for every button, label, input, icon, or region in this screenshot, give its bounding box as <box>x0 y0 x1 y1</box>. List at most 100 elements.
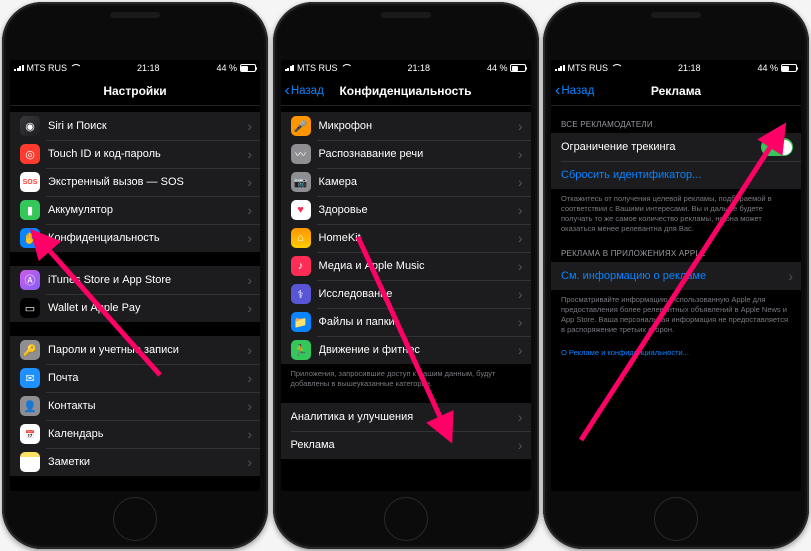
chevron-right-icon: › <box>247 398 260 414</box>
chevron-right-icon: › <box>247 146 260 162</box>
back-label: Назад <box>561 85 594 97</box>
wallet-icon: ▭ <box>20 298 40 318</box>
carrier-label: MTS RUS <box>568 63 609 73</box>
row-label: Файлы и папки <box>319 316 518 328</box>
wifi-icon <box>341 64 351 72</box>
signal-icon <box>285 65 295 72</box>
row-sos[interactable]: SOSЭкстренный вызов — SOS› <box>10 168 260 196</box>
row-ad-info[interactable]: См. информацию о рекламе› <box>551 262 801 290</box>
research-icon: ⚕ <box>291 284 311 304</box>
row-files[interactable]: 📁Файлы и папки› <box>281 308 531 336</box>
chevron-right-icon: › <box>247 202 260 218</box>
health-icon: ♥ <box>291 200 311 220</box>
row-motion[interactable]: 🏃Движение и фитнес› <box>281 336 531 364</box>
group-footer: Приложения, запросившие доступ к Вашим д… <box>281 364 531 389</box>
battery-pct: 44 % <box>757 63 778 73</box>
row-privacy[interactable]: ✋Конфиденциальность› <box>10 224 260 252</box>
appstore-icon: Ⓐ <box>20 270 40 290</box>
row-label: Wallet и Apple Pay <box>48 302 247 314</box>
row-label: Здоровье <box>319 204 518 216</box>
chevron-right-icon: › <box>247 454 260 470</box>
chevron-right-icon: › <box>247 342 260 358</box>
back-label: Назад <box>291 85 324 97</box>
chevron-right-icon: › <box>247 300 260 316</box>
about-link[interactable]: О Рекламе и конфиденциальности... <box>551 343 801 358</box>
row-wallet[interactable]: ▭ Wallet и Apple Pay› <box>10 294 260 322</box>
advertising-settings[interactable]: ВСЕ РЕКЛАМОДАТЕЛИ Ограничение трекинга С… <box>551 106 801 491</box>
row-label: Аккумулятор <box>48 204 247 216</box>
sos-icon: SOS <box>20 172 40 192</box>
page-title: Реклама <box>651 84 701 98</box>
row-camera[interactable]: 📷Камера› <box>281 168 531 196</box>
row-speech[interactable]: 〰Распознавание речи› <box>281 140 531 168</box>
row-label: Touch ID и код-пароль <box>48 148 247 160</box>
row-mic[interactable]: 🎤 Микрофон› <box>281 112 531 140</box>
motion-icon: 🏃 <box>291 340 311 360</box>
row-label: Медиа и Apple Music <box>319 260 518 272</box>
battery-icon <box>240 64 256 72</box>
chevron-right-icon: › <box>247 174 260 190</box>
chevron-right-icon: › <box>518 258 531 274</box>
page-title: Настройки <box>103 84 166 98</box>
mic-icon: 🎤 <box>291 116 311 136</box>
row-label: Микрофон <box>319 120 518 132</box>
speech-icon: 〰 <box>291 144 311 164</box>
row-itunes[interactable]: ⒶiTunes Store и App Store› <box>10 266 260 294</box>
page-title: Конфиденциальность <box>339 84 471 98</box>
row-siri[interactable]: ◉ Siri и Поиск› <box>10 112 260 140</box>
row-battery[interactable]: ▮ Аккумулятор› <box>10 196 260 224</box>
row-advertising[interactable]: Реклама› <box>281 431 531 459</box>
chevron-right-icon: › <box>788 268 801 284</box>
battery-pct: 44 % <box>487 63 508 73</box>
siri-icon: ◉ <box>20 116 40 136</box>
row-health[interactable]: ♥Здоровье› <box>281 196 531 224</box>
folder-icon: 📁 <box>291 312 311 332</box>
phone-3-advertising: MTS RUS 21:18 44 % ‹Назад Реклама ВСЕ РЕ… <box>543 2 809 549</box>
privacy-list[interactable]: 🎤Микрофон› 〰Распознавание речи› 📷Камера›… <box>281 106 531 491</box>
row-label: HomeKit <box>319 232 518 244</box>
row-calendar[interactable]: 📅Календарь› <box>10 420 260 448</box>
section-header: РЕКЛАМА В ПРИЛОЖЕНИЯХ APPLE <box>551 249 801 262</box>
row-mail[interactable]: ✉Почта› <box>10 364 260 392</box>
chevron-left-icon: ‹ <box>555 83 560 99</box>
chevron-right-icon: › <box>518 146 531 162</box>
battery-row-icon: ▮ <box>20 200 40 220</box>
tracking-switch[interactable] <box>761 138 793 156</box>
navbar: ‹Назад Реклама <box>551 76 801 106</box>
row-label: Заметки <box>48 456 247 468</box>
row-limit-tracking[interactable]: Ограничение трекинга <box>551 133 801 161</box>
row-analytics[interactable]: Аналитика и улучшения› <box>281 403 531 431</box>
row-contacts[interactable]: 👤Контакты› <box>10 392 260 420</box>
back-button[interactable]: ‹Назад <box>285 83 324 99</box>
row-media[interactable]: ♪Медиа и Apple Music› <box>281 252 531 280</box>
chevron-right-icon: › <box>518 118 531 134</box>
row-label: iTunes Store и App Store <box>48 274 247 286</box>
row-passwords[interactable]: 🔑 Пароли и учетные записи› <box>10 336 260 364</box>
status-time: 21:18 <box>407 63 430 73</box>
notes-icon <box>20 452 40 472</box>
row-label: Исследование <box>319 288 518 300</box>
mail-icon: ✉ <box>20 368 40 388</box>
row-label: Siri и Поиск <box>48 120 247 132</box>
chevron-right-icon: › <box>518 437 531 453</box>
battery-pct: 44 % <box>216 63 237 73</box>
navbar: ‹Назад Конфиденциальность <box>281 76 531 106</box>
chevron-right-icon: › <box>518 342 531 358</box>
row-research[interactable]: ⚕ Исследование› <box>281 280 531 308</box>
settings-list[interactable]: ◉Siri и Поиск› ◎Touch ID и код-пароль› S… <box>10 106 260 491</box>
status-bar: MTS RUS 21:18 44 % <box>551 60 801 76</box>
calendar-icon: 📅 <box>20 424 40 444</box>
chevron-right-icon: › <box>247 118 260 134</box>
chevron-right-icon: › <box>518 174 531 190</box>
row-label: См. информацию о рекламе <box>561 270 788 282</box>
phone-1-settings: MTS RUS 21:18 44 % Настройки ◉Siri и Пои… <box>2 2 268 549</box>
row-reset-id[interactable]: Сбросить идентификатор... <box>551 161 801 189</box>
key-icon: 🔑 <box>20 340 40 360</box>
back-button[interactable]: ‹Назад <box>555 83 594 99</box>
row-label: Пароли и учетные записи <box>48 344 247 356</box>
row-notes[interactable]: Заметки› <box>10 448 260 476</box>
row-touchid[interactable]: ◎Touch ID и код-пароль› <box>10 140 260 168</box>
wifi-icon <box>70 64 80 72</box>
chevron-right-icon: › <box>518 286 531 302</box>
row-homekit[interactable]: ⌂HomeKit› <box>281 224 531 252</box>
